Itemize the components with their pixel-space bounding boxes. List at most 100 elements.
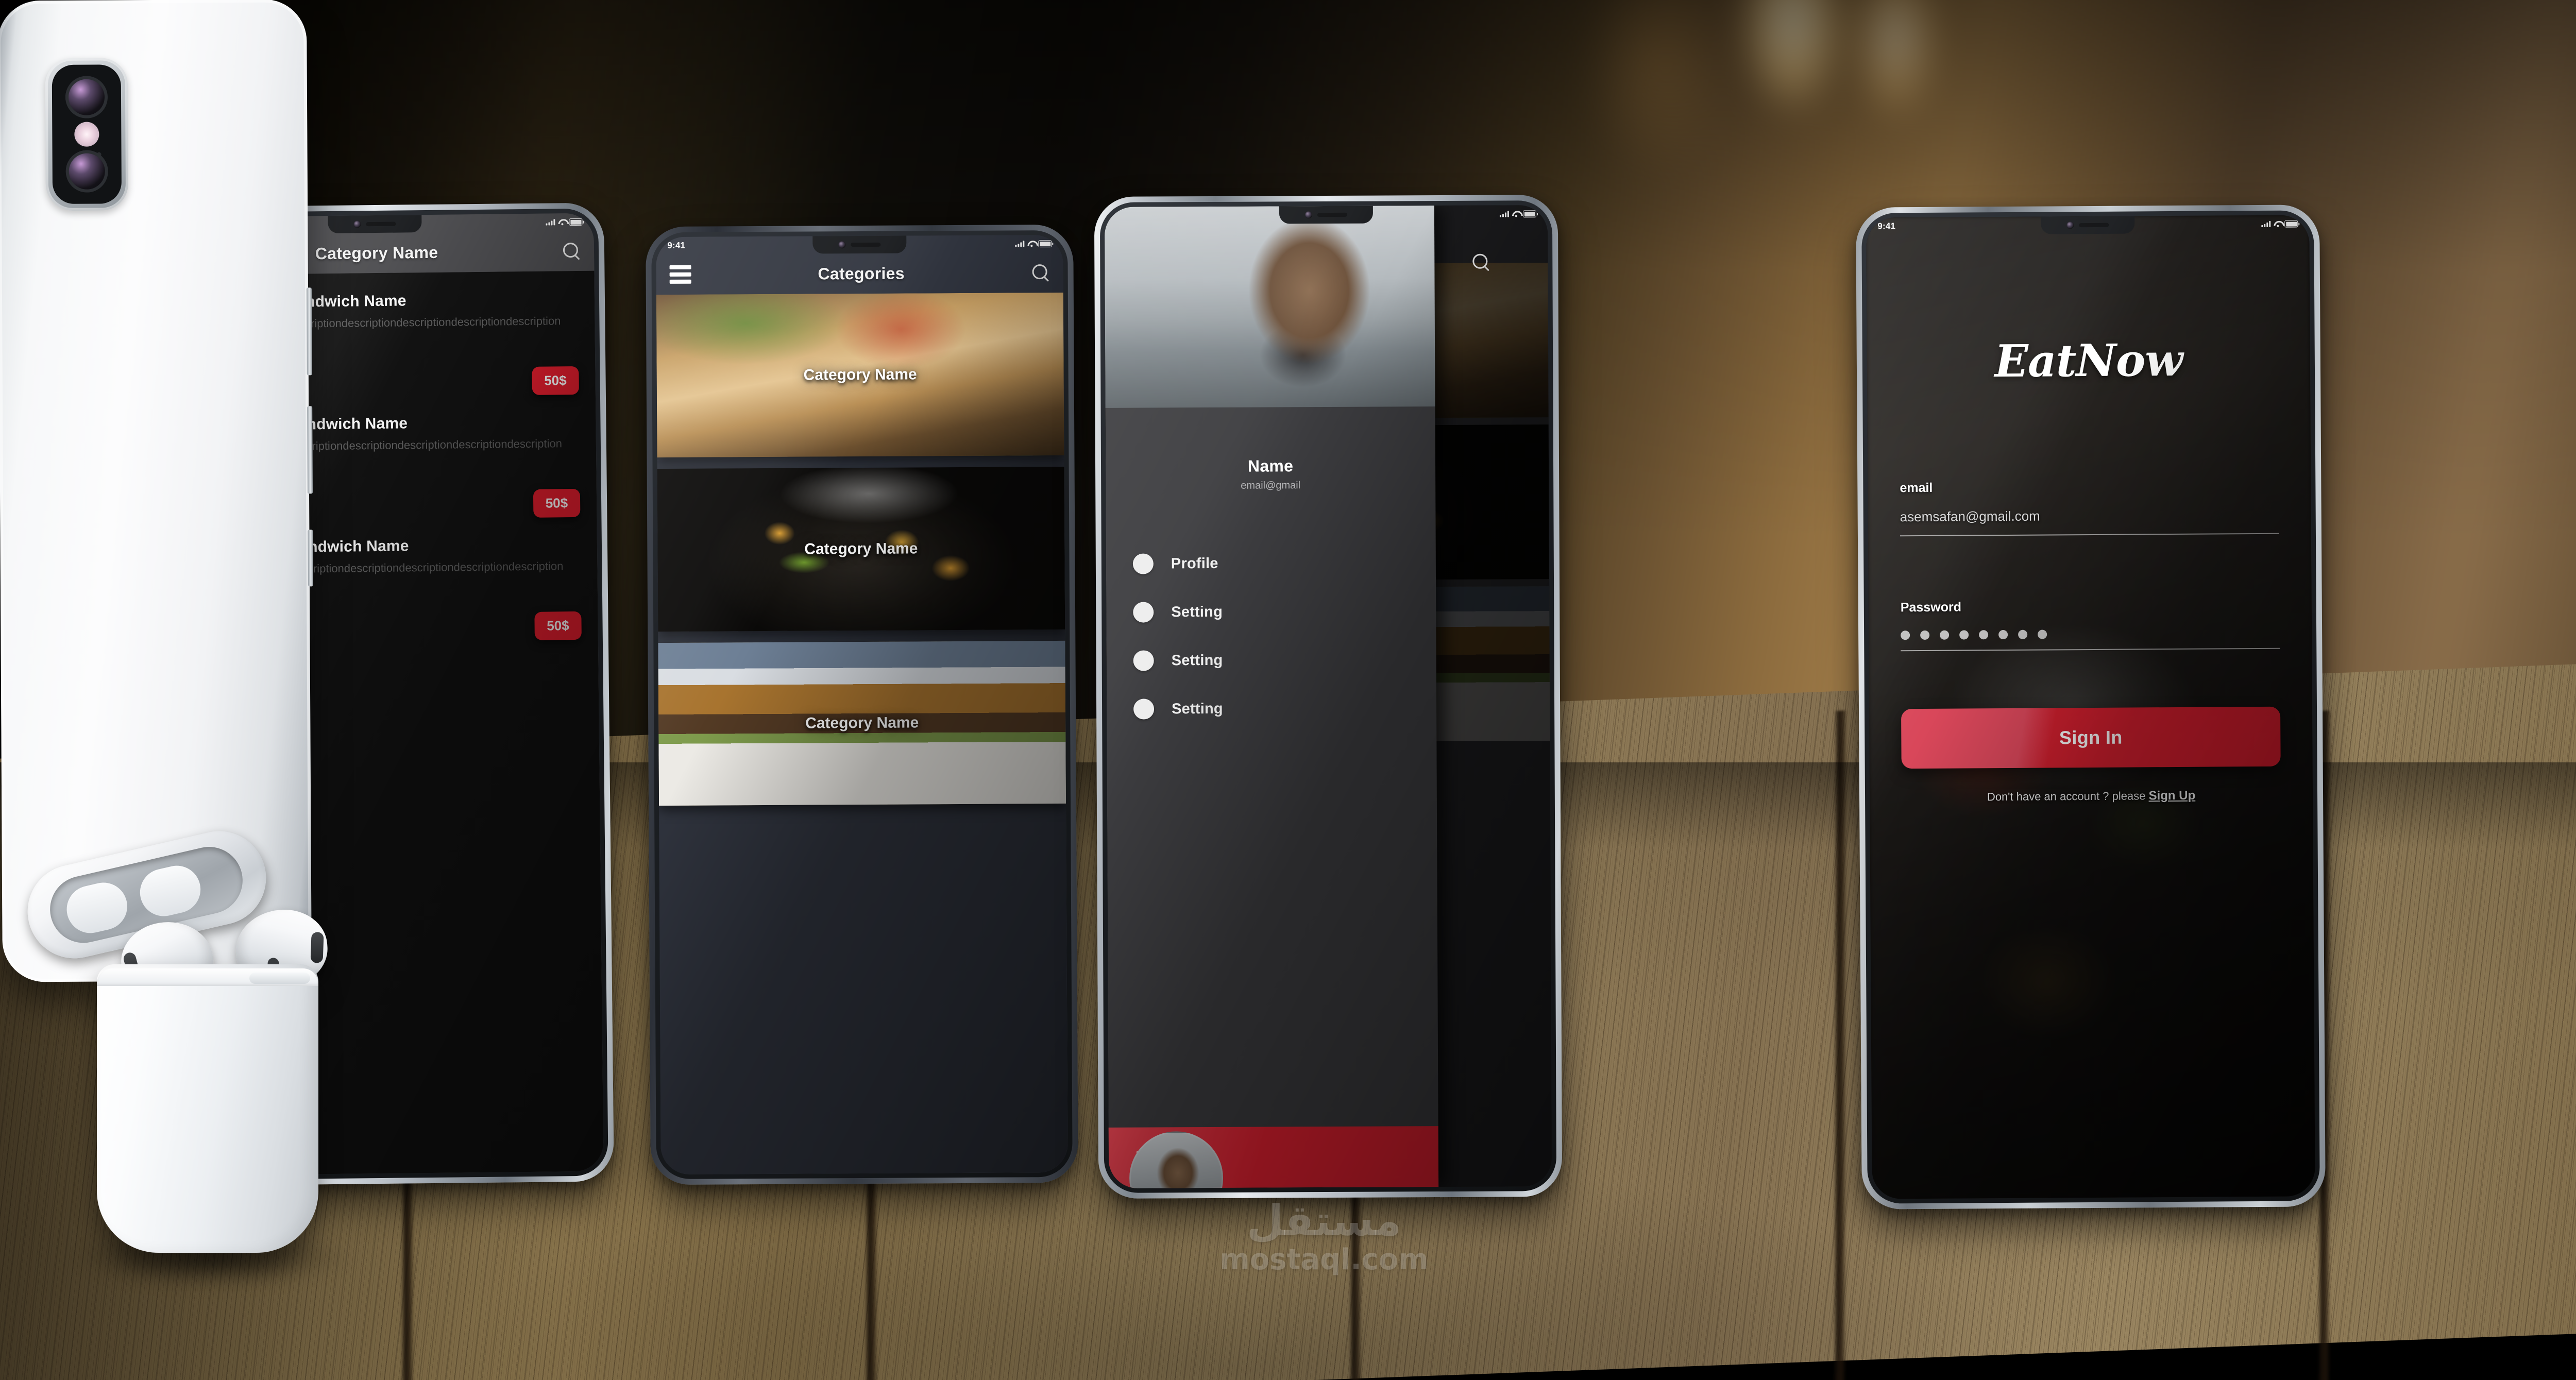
camera-module-inner — [52, 64, 122, 205]
signal-bars-icon — [2261, 220, 2271, 227]
signal-bars-icon — [546, 219, 555, 226]
bullet-dot-icon — [1133, 602, 1154, 623]
signal-bars-icon — [1499, 211, 1509, 217]
wifi-icon — [558, 219, 566, 225]
drawer-item-profile[interactable]: Profile — [1132, 538, 1436, 588]
hamburger-menu-icon[interactable] — [669, 265, 691, 284]
drawer-item-label: Setting — [1171, 652, 1223, 669]
item-description: descriptiondescriptiondescriptiondescrip… — [287, 437, 563, 453]
phone-screen: EatNow email asemsafan@gmail.com Passwor… — [1866, 215, 2315, 1199]
drawer-menu: Profile Setting Setting Setting — [1106, 491, 1438, 1128]
page-title: Categories — [818, 264, 905, 283]
item-body: Sandwich Name descriptiondescriptiondesc… — [286, 288, 582, 395]
camera-lens-icon — [65, 76, 108, 118]
wifi-icon — [2274, 221, 2281, 227]
mockup-scene: Category Name Sandwich Name descriptiond… — [0, 0, 2576, 1380]
field-underline — [1901, 648, 2280, 652]
email-field-group: email asemsafan@gmail.com — [1900, 479, 2279, 537]
search-icon[interactable] — [1031, 263, 1050, 282]
status-bar: 9:41 — [1105, 205, 1548, 225]
status-indicators — [546, 218, 583, 226]
category-label: Category Name — [803, 366, 917, 384]
profile-name: Name — [1247, 456, 1294, 475]
camera-lens-icon — [65, 150, 108, 193]
volume-up-button[interactable] — [306, 287, 312, 376]
battery-icon — [1038, 240, 1052, 248]
phone-categories: Categories Category Name Category Name C… — [646, 224, 1078, 1185]
drawer-item-label: Setting — [1171, 603, 1223, 620]
category-list[interactable]: Category Name Category Name Category Nam… — [656, 292, 1068, 1175]
category-label: Category Name — [805, 714, 919, 732]
item-title: Sandwich Name — [286, 292, 406, 311]
volume-down-button[interactable] — [307, 406, 313, 494]
login-form: EatNow email asemsafan@gmail.com Passwor… — [1866, 215, 2315, 1199]
camera-flash-icon — [74, 122, 99, 147]
sign-in-label: Sign In — [2059, 726, 2123, 748]
status-time: 9:41 — [667, 240, 686, 250]
signal-bars-icon — [1015, 241, 1025, 247]
wifi-icon — [1512, 211, 1520, 217]
price-badge[interactable]: 50$ — [534, 611, 582, 640]
phone-navigation-drawer: Name email@gmail Profile Setting Setting — [1094, 195, 1563, 1199]
password-field-group: Password — [1900, 598, 2280, 652]
phone-screen: Categories Category Name Category Name C… — [656, 234, 1068, 1175]
field-underline — [1900, 533, 2279, 537]
drawer-item-label: Setting — [1172, 700, 1223, 717]
profile-cover-photo — [1104, 206, 1435, 408]
drawer-item-setting-2[interactable]: Setting — [1133, 635, 1436, 685]
wifi-icon — [1027, 241, 1035, 247]
status-bar: 9:41 — [1866, 215, 2309, 235]
search-icon[interactable] — [562, 242, 581, 260]
status-time: 9:41 — [1877, 221, 1896, 231]
plank-seam — [1833, 710, 1848, 1380]
airpods-charging-case — [97, 964, 318, 1253]
case-hinge — [249, 973, 310, 984]
price-badge[interactable]: 50$ — [531, 366, 579, 395]
status-indicators — [2261, 220, 2298, 228]
bullet-dot-icon — [1133, 650, 1154, 671]
sign-up-link[interactable]: Sign Up — [2148, 789, 2195, 803]
status-bar: 9:41 — [656, 235, 1063, 254]
category-card[interactable]: Category Name — [657, 466, 1065, 632]
category-card[interactable]: Category Name — [658, 640, 1066, 806]
category-card[interactable]: Category Name — [656, 292, 1064, 458]
item-title: Sandwich Name — [287, 415, 408, 433]
battery-icon — [1522, 210, 1536, 218]
profile-meta: Name email@gmail — [1106, 406, 1436, 492]
item-body: Sandwich Name descriptiondescriptiondesc… — [289, 534, 585, 640]
email-input[interactable]: asemsafan@gmail.com — [1900, 507, 2279, 525]
price-badge[interactable]: 50$ — [533, 488, 581, 518]
drawer-item-setting-3[interactable]: Setting — [1133, 684, 1436, 734]
battery-icon — [2284, 220, 2298, 228]
sign-in-button[interactable]: Sign In — [1901, 706, 2281, 769]
phone-login: EatNow email asemsafan@gmail.com Passwor… — [1856, 205, 2326, 1209]
bullet-dot-icon — [1133, 698, 1155, 720]
signup-prompt-text: Don't have an account ? please — [1987, 789, 2149, 804]
earbud-speaker-grill-icon — [310, 932, 324, 963]
app-logo: EatNow — [1994, 334, 2183, 388]
status-indicators — [1499, 210, 1536, 218]
item-description: descriptiondescriptiondescriptiondescrip… — [289, 559, 564, 575]
password-label: Password — [1900, 600, 1962, 615]
power-button[interactable] — [308, 530, 313, 587]
profile-email: email@gmail — [1241, 480, 1301, 491]
airpods-slot — [135, 861, 206, 921]
airpods-with-case — [11, 822, 403, 1298]
item-body: Sandwich Name descriptiondescriptiondesc… — [287, 411, 583, 518]
password-input[interactable] — [1901, 628, 2280, 640]
dual-camera-module-icon — [45, 58, 129, 211]
drawer-item-label: Profile — [1171, 555, 1218, 572]
navigation-drawer: Name email@gmail Profile Setting Setting — [1104, 206, 1439, 1188]
signup-prompt: Don't have an account ? please Sign Up — [1902, 788, 2281, 805]
bullet-dot-icon — [1132, 553, 1154, 574]
status-indicators — [1015, 240, 1052, 248]
battery-icon — [569, 218, 583, 226]
drawer-item-setting-1[interactable]: Setting — [1133, 587, 1436, 637]
email-label: email — [1900, 480, 1933, 496]
item-description: descriptiondescriptiondescriptiondescrip… — [286, 314, 561, 330]
phone-rear-shell — [0, 0, 313, 982]
phone-screen: Name email@gmail Profile Setting Setting — [1104, 205, 1552, 1188]
search-icon[interactable] — [1471, 253, 1490, 271]
category-label: Category Name — [804, 540, 918, 558]
item-title: Sandwich Name — [289, 537, 409, 556]
